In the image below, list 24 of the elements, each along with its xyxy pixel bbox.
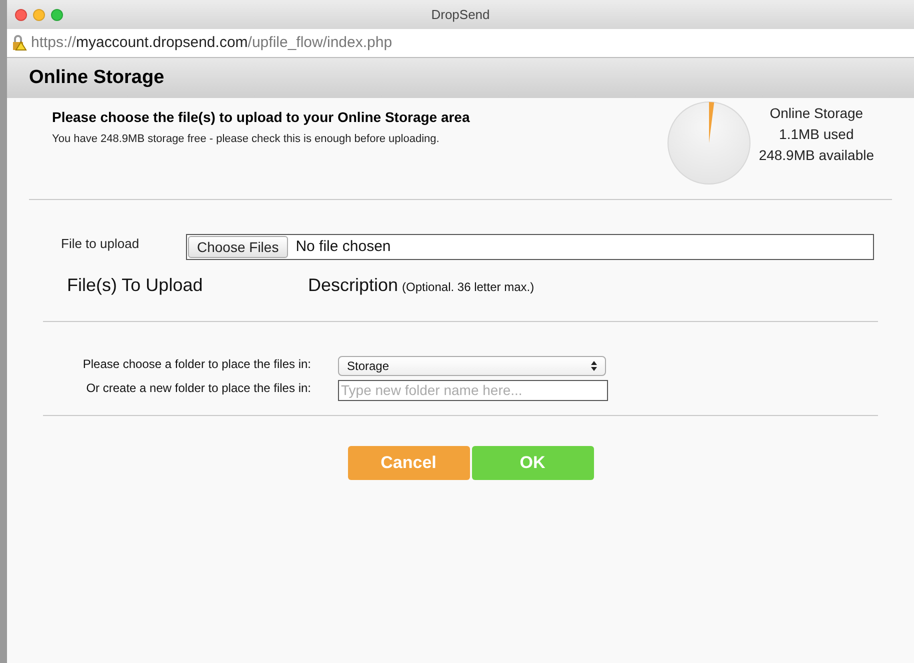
file-status: No file chosen: [296, 236, 391, 257]
intro-heading: Please choose the file(s) to upload to your Online Storage area: [52, 108, 470, 127]
files-column-heading: File(s) To Upload: [66, 274, 204, 297]
upload-label: File to upload: [60, 235, 140, 254]
zoom-window-icon[interactable]: [51, 8, 63, 20]
minimize-window-icon[interactable]: [33, 8, 45, 20]
choose-folder-label: Please choose a folder to place the files in:: [82, 356, 311, 373]
new-folder-field[interactable]: Type new folder name here...: [338, 380, 608, 401]
window-title: DropSend: [431, 6, 490, 24]
select-arrows-icon: [591, 361, 597, 371]
intro-note: You have 248.9MB storage free - please check this is enough before uploading.: [52, 132, 440, 147]
storage-title: Online Storage: [770, 104, 864, 123]
storage-used: 1.1MB used: [779, 125, 854, 144]
file-upload-field[interactable]: Choose Files No file chosen: [186, 234, 874, 260]
new-folder-label: Or create a new folder to place the files in:: [85, 380, 311, 397]
storage-pie-icon: [666, 101, 751, 185]
description-column-heading: Description: [308, 274, 398, 297]
storage-available: 248.9MB available: [758, 146, 874, 165]
close-window-icon[interactable]: [15, 8, 27, 20]
choose-files-button[interactable]: Choose Files: [188, 236, 288, 258]
lock-warning-icon: [11, 35, 27, 51]
folder-select[interactable]: Storage: [338, 356, 606, 376]
page-title: Online Storage: [29, 66, 164, 90]
description-hint: (Optional. 36 letter max.): [402, 279, 534, 296]
